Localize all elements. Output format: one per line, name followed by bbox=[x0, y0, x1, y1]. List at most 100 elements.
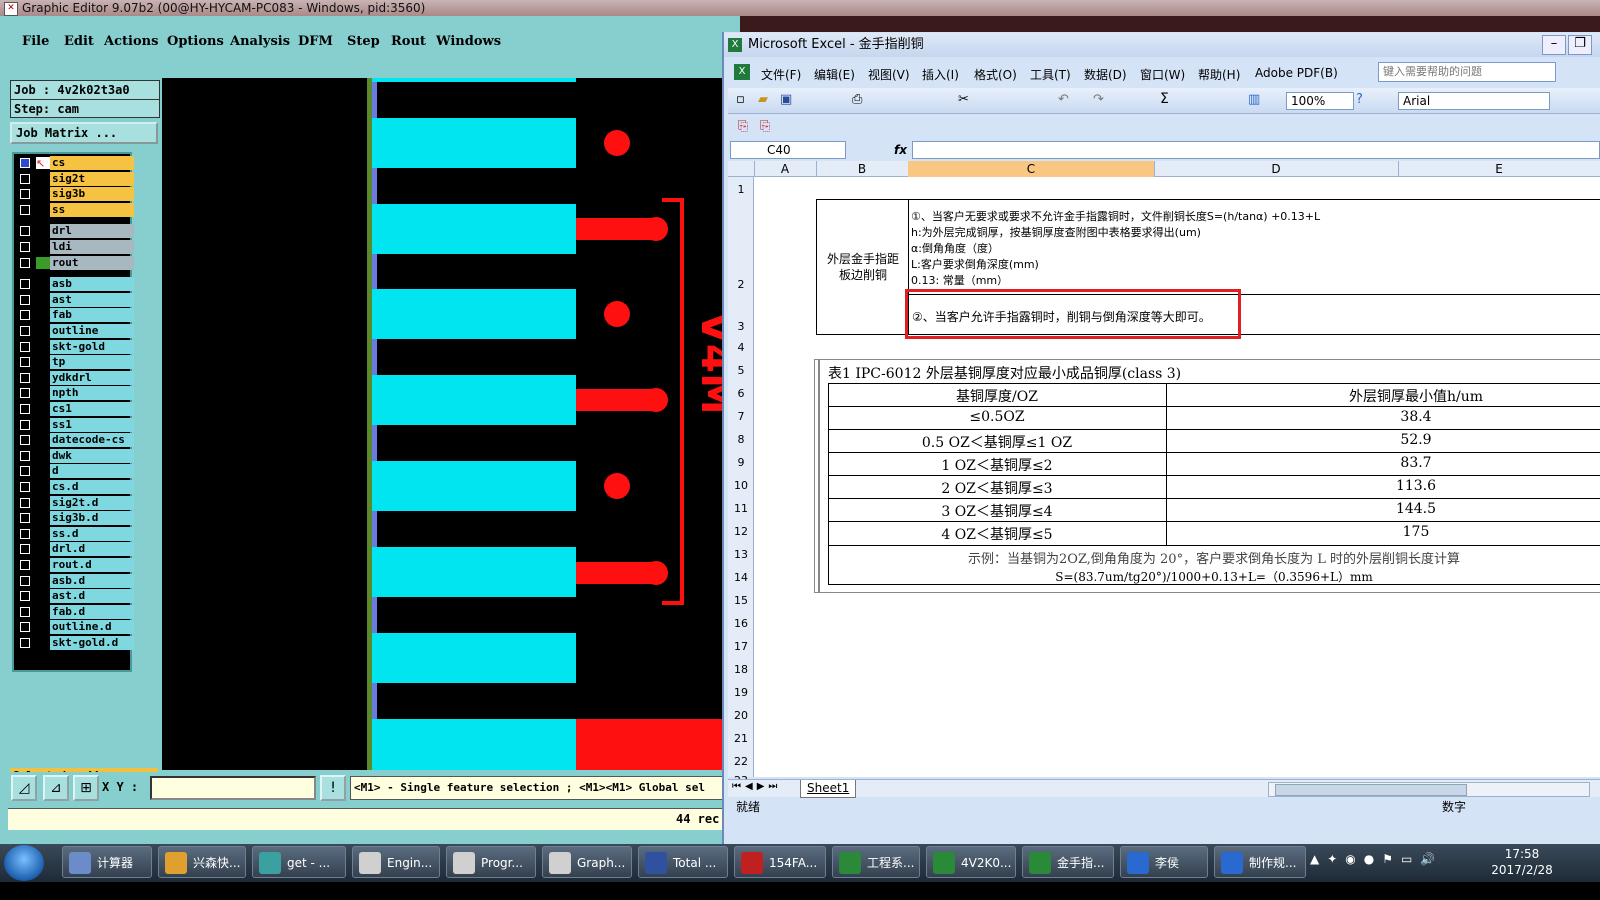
layer-swatch[interactable] bbox=[36, 204, 50, 216]
taskbar-item[interactable]: 金手指... bbox=[1022, 846, 1114, 878]
layer-name[interactable]: fab bbox=[50, 308, 134, 323]
layer-row-outline.d[interactable]: outline.d bbox=[16, 620, 134, 635]
col-header-e[interactable]: E bbox=[1398, 161, 1600, 177]
layer-checkbox[interactable] bbox=[20, 435, 30, 446]
layer-checkbox[interactable] bbox=[20, 294, 30, 305]
layer-swatch[interactable] bbox=[36, 512, 50, 524]
layer-swatch[interactable] bbox=[36, 465, 50, 477]
layer-checkbox[interactable] bbox=[20, 158, 30, 168]
measure-button[interactable]: ⊿ bbox=[43, 775, 69, 801]
layer-swatch[interactable] bbox=[36, 450, 50, 462]
layer-name[interactable]: ss1 bbox=[50, 417, 134, 432]
layer-swatch[interactable] bbox=[36, 528, 50, 540]
layer-checkbox[interactable] bbox=[20, 341, 30, 352]
layer-name[interactable]: sig3b bbox=[50, 187, 134, 202]
layer-swatch[interactable] bbox=[36, 173, 50, 185]
layer-row-drl[interactable]: drl bbox=[16, 224, 134, 239]
layer-name[interactable]: tp bbox=[50, 355, 134, 370]
layer-name[interactable]: d bbox=[50, 464, 134, 479]
grid-button[interactable]: ⊞ bbox=[73, 775, 99, 801]
fx-icon[interactable]: fx bbox=[894, 141, 914, 159]
layer-name[interactable]: ldi bbox=[50, 240, 134, 254]
select-all[interactable] bbox=[728, 161, 755, 177]
taskbar-item[interactable]: 154FA... bbox=[734, 846, 826, 878]
layer-row-ss1[interactable]: ss1 bbox=[16, 417, 134, 432]
layer-checkbox[interactable] bbox=[20, 204, 30, 215]
menu-file[interactable]: File bbox=[22, 34, 49, 49]
row-header[interactable]: 13 bbox=[728, 548, 754, 561]
taskbar-item[interactable]: get - ... bbox=[252, 846, 346, 878]
layer-swatch[interactable] bbox=[36, 621, 50, 633]
layer-row-sig3b[interactable]: sig3b bbox=[16, 187, 134, 202]
layer-swatch[interactable] bbox=[36, 225, 50, 237]
layer-row-drl.d[interactable]: drl.d bbox=[16, 542, 134, 557]
layer-name[interactable]: rout bbox=[50, 255, 134, 270]
menu-actions[interactable]: Actions bbox=[104, 34, 158, 49]
layer-name[interactable]: rout.d bbox=[50, 558, 134, 572]
layer-row-ast[interactable]: ast bbox=[16, 292, 134, 307]
layer-checkbox[interactable] bbox=[20, 482, 30, 492]
layer-checkbox[interactable] bbox=[20, 638, 30, 648]
cut-icon[interactable]: ✂ bbox=[958, 92, 969, 107]
taskbar-item[interactable]: Progr... bbox=[446, 846, 536, 878]
taskbar-item[interactable]: 李侯 bbox=[1120, 846, 1208, 878]
col-header-d[interactable]: D bbox=[1154, 161, 1399, 177]
row-header[interactable]: 11 bbox=[728, 502, 754, 515]
xl-menu-file[interactable]: 文件(F) bbox=[761, 66, 801, 83]
layer-checkbox[interactable] bbox=[20, 497, 30, 508]
layer-row-d[interactable]: d bbox=[16, 464, 134, 479]
layer-checkbox[interactable] bbox=[20, 226, 30, 237]
formula-bar[interactable] bbox=[912, 141, 1600, 159]
alert-button[interactable]: ! bbox=[320, 775, 346, 801]
workbook-icon[interactable]: X bbox=[734, 64, 750, 80]
layer-checkbox[interactable] bbox=[20, 326, 30, 336]
layer-swatch[interactable] bbox=[36, 543, 50, 555]
layer-checkbox[interactable] bbox=[20, 242, 30, 252]
layer-name[interactable]: sig2t bbox=[50, 171, 134, 186]
row-header[interactable]: 21 bbox=[728, 732, 754, 745]
col-header-c[interactable]: C bbox=[908, 161, 1155, 177]
menu-rout[interactable]: Rout bbox=[391, 34, 426, 49]
row-header[interactable]: 8 bbox=[728, 433, 754, 446]
layer-row-sig2t.d[interactable]: sig2t.d bbox=[16, 495, 134, 510]
taskbar-item[interactable]: 兴森快... bbox=[158, 846, 246, 878]
layer-swatch[interactable] bbox=[36, 637, 50, 649]
xl-menu-data[interactable]: 数据(D) bbox=[1084, 66, 1127, 83]
layer-name[interactable]: sig2t.d bbox=[50, 495, 134, 510]
layer-row-skt-gold[interactable]: skt-gold bbox=[16, 339, 134, 354]
layer-row-rout[interactable]: rout bbox=[16, 255, 134, 270]
print-icon[interactable]: ⎙ bbox=[852, 92, 862, 107]
layer-name[interactable]: dwk bbox=[50, 448, 134, 463]
layer-swatch[interactable] bbox=[36, 403, 50, 415]
scroll-thumb[interactable] bbox=[1275, 784, 1467, 796]
layer-row-npth[interactable]: npth bbox=[16, 386, 134, 401]
undo-icon[interactable]: ↶ bbox=[1058, 92, 1069, 107]
layer-row-ydkdrl[interactable]: ydkdrl bbox=[16, 370, 134, 385]
taskbar-item[interactable]: 制作规... bbox=[1214, 846, 1306, 878]
layer-checkbox[interactable] bbox=[20, 591, 30, 602]
row-header[interactable]: 7 bbox=[728, 410, 754, 423]
save-icon[interactable]: ▣ bbox=[780, 92, 792, 107]
layer-swatch[interactable] bbox=[36, 188, 50, 200]
layer-checkbox[interactable] bbox=[20, 357, 30, 368]
layer-name[interactable]: datecode-cs bbox=[50, 433, 134, 448]
horizontal-scrollbar[interactable] bbox=[1268, 782, 1590, 797]
layer-checkbox[interactable] bbox=[20, 419, 30, 430]
layer-checkbox[interactable] bbox=[20, 544, 30, 555]
layer-row-cs[interactable]: ↖ cs bbox=[16, 156, 134, 170]
tab-scroll-icons[interactable]: ⏮◀▶⏭ bbox=[732, 781, 781, 792]
row-header[interactable]: 10 bbox=[728, 479, 754, 492]
layer-name[interactable]: asb.d bbox=[50, 573, 134, 588]
col-header-b[interactable]: B bbox=[816, 161, 909, 177]
layer-swatch[interactable] bbox=[36, 356, 50, 368]
help-icon[interactable]: ? bbox=[1356, 92, 1363, 107]
layer-swatch[interactable] bbox=[36, 497, 50, 509]
menu-options[interactable]: Options bbox=[167, 34, 224, 49]
layer-row-ast.d[interactable]: ast.d bbox=[16, 589, 134, 604]
font-select[interactable]: Arial bbox=[1398, 92, 1550, 110]
layer-name[interactable]: outline bbox=[50, 324, 134, 338]
layer-row-datecode-cs[interactable]: datecode-cs bbox=[16, 433, 134, 448]
xl-menu-help[interactable]: 帮助(H) bbox=[1198, 66, 1240, 83]
row-header[interactable]: 16 bbox=[728, 617, 754, 630]
redo-icon[interactable]: ↷ bbox=[1093, 92, 1104, 107]
